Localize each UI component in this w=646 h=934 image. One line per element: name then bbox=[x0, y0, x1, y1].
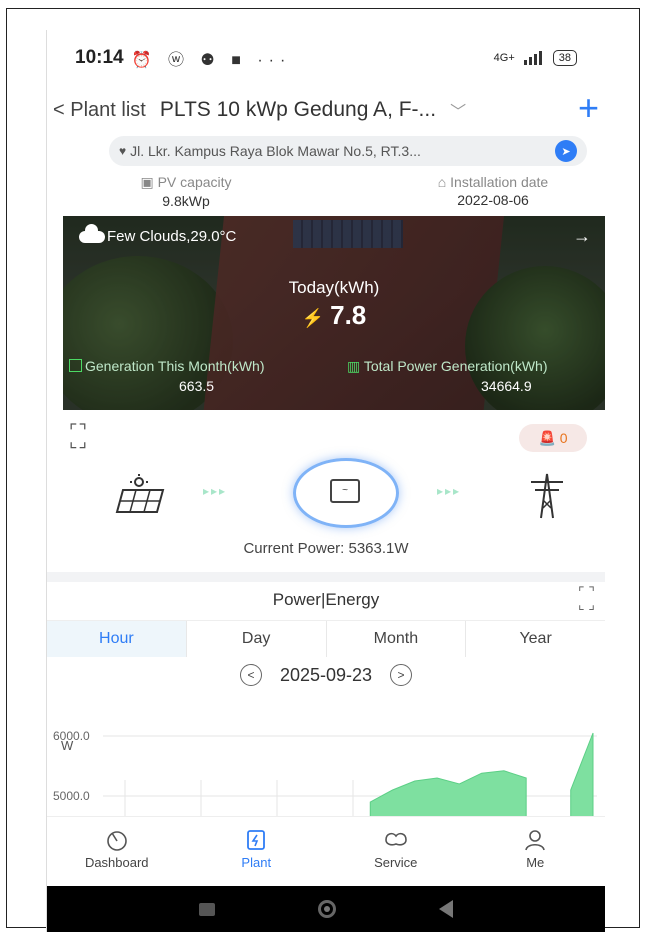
nav-me-label: Me bbox=[526, 855, 545, 870]
today-number: 7.8 bbox=[330, 300, 367, 330]
gen-month-value: 663.5 bbox=[179, 378, 215, 394]
power-flow: ▸▸▸ ~ ▸▸▸ bbox=[47, 458, 605, 550]
nav-me[interactable]: Me bbox=[466, 817, 606, 887]
nav-service-label: Service bbox=[374, 855, 418, 870]
bolt-icon: ⚡ bbox=[301, 308, 325, 328]
date-selector: <2025-09-23 > bbox=[47, 664, 605, 686]
period-tabs: Hour Day Month Year bbox=[47, 620, 605, 657]
battery-icon: 38 bbox=[552, 50, 577, 66]
pv-capacity-value: 9.8kWp bbox=[162, 193, 210, 209]
today-label: Today(kWh) bbox=[288, 278, 380, 297]
home-button[interactable] bbox=[317, 900, 336, 918]
tab-day[interactable]: Day bbox=[187, 621, 327, 657]
tab-hour[interactable]: Hour bbox=[47, 621, 187, 657]
plant-icon bbox=[247, 830, 266, 850]
alarm-icon: 🚨 bbox=[538, 429, 556, 446]
plant-hero-card[interactable]: Few Clouds,29.0°C → Today(kWh) ⚡ 7.8 Gene… bbox=[63, 216, 605, 410]
prev-date-icon[interactable]: < bbox=[239, 664, 262, 686]
top-nav: < Plant list PLTS 10 kWp Gedung A, F-...… bbox=[47, 88, 605, 132]
alarm-badge[interactable]: 🚨 0 bbox=[519, 424, 587, 452]
weather: Few Clouds,29.0°C bbox=[79, 223, 237, 245]
flow-arrows-right: ▸▸▸ bbox=[437, 484, 462, 498]
navigate-icon[interactable]: ➤ bbox=[555, 140, 577, 162]
clock: 10:14 bbox=[75, 47, 124, 68]
arrow-right-icon[interactable]: → bbox=[573, 226, 591, 247]
pv-capacity-label: PV capacity bbox=[157, 174, 232, 190]
y-tick-label: 5000.0 bbox=[53, 789, 90, 803]
gen-month-label-text: Generation This Month(kWh) bbox=[85, 358, 265, 374]
battery-gen-icon bbox=[69, 359, 82, 372]
address-bar[interactable]: ♥ Jl. Lkr. Kampus Raya Blok Mawar No.5, … bbox=[109, 136, 587, 166]
status-bar: 10:14 ⏰ ⓦ ⚉ ■ ··· 4G+ 38 bbox=[47, 30, 605, 86]
inverter-box: ~ bbox=[330, 479, 360, 503]
series-area bbox=[570, 732, 594, 820]
pv-capacity: ▣ PV capacity 9.8kWp bbox=[121, 174, 251, 209]
nav-service[interactable]: Service bbox=[326, 817, 466, 887]
next-date-icon[interactable]: > bbox=[390, 664, 413, 686]
total-gen-value: 34664.9 bbox=[481, 378, 532, 394]
status-right: 4G+ 38 bbox=[494, 50, 577, 66]
fullscreen-icon[interactable]: ⌜ ⌝ ⌞ ⌟ bbox=[69, 422, 87, 450]
solar-panel-icon bbox=[115, 474, 165, 513]
phone-screen: 10:14 ⏰ ⓦ ⚉ ■ ··· 4G+ 38 < Plant list PL… bbox=[46, 30, 605, 932]
recents-button[interactable] bbox=[198, 902, 215, 916]
notification-icons: ⏰ ⓦ ⚉ ■ ··· bbox=[131, 52, 292, 69]
network-icon: 4G+ bbox=[493, 52, 515, 64]
selected-date[interactable]: 2025-09-23 bbox=[280, 665, 372, 685]
y-tick-label: 6000.0 bbox=[53, 729, 90, 743]
alarm-count: 0 bbox=[559, 430, 568, 446]
pv-icon: ▣ bbox=[140, 174, 158, 190]
inverter-icon[interactable]: ~ bbox=[293, 458, 399, 528]
bottom-nav: Dashboard Plant Service Me bbox=[47, 816, 605, 887]
android-nav-bar bbox=[47, 886, 605, 932]
plant-title[interactable]: PLTS 10 kWp Gedung A, F-... bbox=[160, 98, 436, 122]
address-text: Jl. Lkr. Kampus Raya Blok Mawar No.5, RT… bbox=[130, 143, 421, 159]
nav-dashboard[interactable]: Dashboard bbox=[47, 817, 187, 887]
calendar-icon: ⌂ bbox=[437, 174, 451, 190]
chevron-down-icon[interactable]: ﹀ bbox=[450, 98, 466, 122]
power-energy-title[interactable]: Power|Energy bbox=[47, 590, 605, 610]
total-gen-label-text: Total Power Generation(kWh) bbox=[363, 358, 548, 374]
current-power: Current Power: 5363.1W bbox=[243, 540, 409, 557]
location-pin-icon: ♥ bbox=[119, 144, 127, 158]
today-value: ⚡ 7.8 bbox=[63, 300, 605, 331]
tab-month[interactable]: Month bbox=[327, 621, 467, 657]
series-area bbox=[369, 770, 527, 820]
section-divider bbox=[47, 572, 605, 582]
total-gen-label: ▥ Total Power Generation(kWh) bbox=[347, 358, 548, 375]
dashboard-icon bbox=[106, 831, 127, 851]
grid-tower-icon bbox=[531, 473, 563, 519]
nav-plant[interactable]: Plant bbox=[187, 817, 327, 887]
install-date-label: Installation date bbox=[450, 174, 549, 190]
plant-info: ▣ PV capacity 9.8kWp ⌂ Installation date… bbox=[47, 174, 605, 214]
install-date: ⌂ Installation date 2022-08-06 bbox=[403, 174, 583, 208]
back-button[interactable] bbox=[439, 900, 454, 918]
person-icon bbox=[525, 830, 546, 851]
flow-arrows-left: ▸▸▸ bbox=[203, 484, 228, 498]
bar-chart-icon: ▥ bbox=[347, 358, 364, 374]
nav-dashboard-label: Dashboard bbox=[84, 855, 149, 870]
tab-year[interactable]: Year bbox=[466, 621, 605, 657]
plus-icon[interactable]: + bbox=[578, 90, 599, 126]
service-icon bbox=[384, 832, 407, 846]
install-date-value: 2022-08-06 bbox=[457, 192, 529, 208]
signal-icon bbox=[523, 51, 542, 65]
back-to-plant-list[interactable]: < Plant list bbox=[53, 99, 146, 122]
power-chart[interactable]: W6000.05000.0 bbox=[47, 700, 605, 820]
chart-fullscreen-icon[interactable]: ⌜ ⌝ ⌞ ⌟ bbox=[578, 585, 595, 611]
gen-month-label: Generation This Month(kWh) bbox=[69, 358, 264, 374]
weather-text: Few Clouds,29.0°C bbox=[107, 228, 237, 245]
nav-plant-label: Plant bbox=[241, 855, 272, 870]
cloud-icon bbox=[79, 223, 105, 243]
